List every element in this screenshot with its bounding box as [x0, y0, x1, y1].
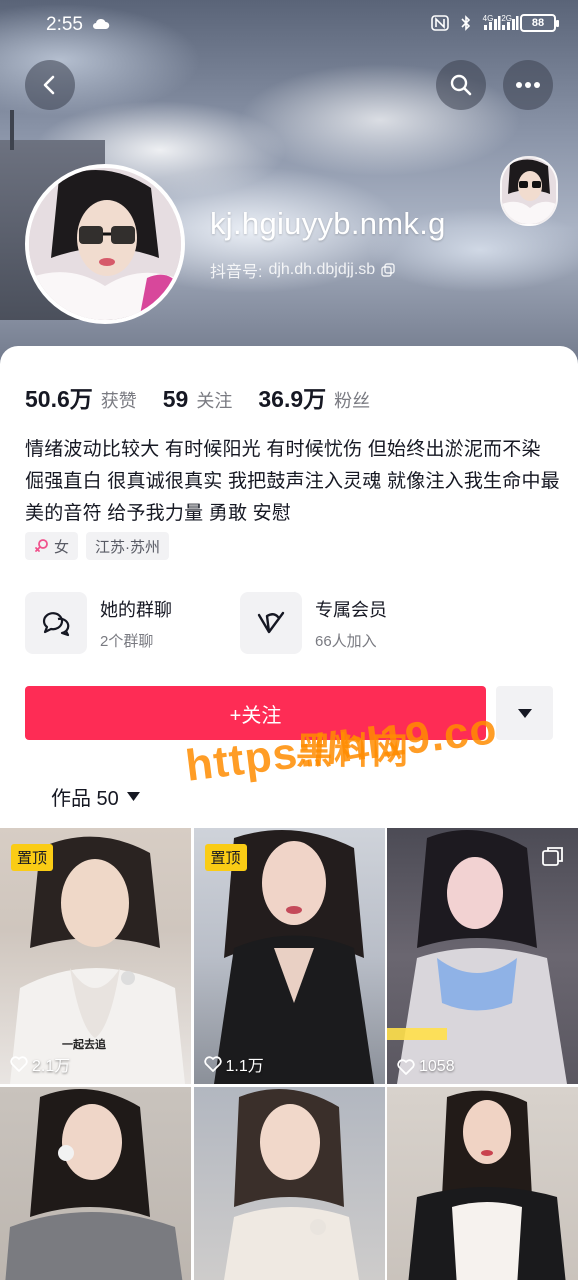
video-likes-count: 1.1万: [225, 1058, 264, 1075]
status-bar: 2:55 4G 2G 88: [0, 0, 578, 54]
profile-avatar[interactable]: [25, 164, 185, 324]
profile-bio: 情绪波动比较大 有时候阳光 有时候忧伤 但始终出淤泥而不染 倔强直白 很真诚很真…: [25, 439, 560, 524]
search-button[interactable]: [436, 60, 486, 110]
profile-stats: 50.6万 获赞 59 关注 36.9万 粉丝: [25, 380, 396, 414]
mini-avatar-portrait: [502, 158, 556, 224]
video-4-image: [5, 1088, 183, 1280]
video-likes: 1.1万: [203, 1052, 264, 1076]
video-3-image: [387, 830, 567, 1084]
vip-icon-box: [240, 592, 302, 654]
douyin-id-value: djh.dh.dbjdjj.sb: [268, 261, 376, 278]
female-symbol-icon: [35, 539, 48, 552]
video-thumbnail[interactable]: 置顶 一起去追 2.1万: [0, 828, 191, 1084]
profile-tags: 女 江苏·苏州: [25, 532, 170, 560]
followers-count[interactable]: 36.9万: [258, 380, 326, 414]
douyin-id-label: 抖音号:: [210, 264, 263, 281]
mini-avatar[interactable]: [500, 156, 558, 226]
group-chat-title: 她的群聊: [100, 599, 172, 620]
heart-outline-icon: [10, 1056, 28, 1072]
works-tab[interactable]: 作品 50: [51, 782, 140, 811]
back-button[interactable]: [25, 60, 75, 110]
group-chat-entry[interactable]: 她的群聊 2个群聊: [25, 592, 172, 654]
gender-label: 女: [54, 538, 70, 556]
heart-outline-icon: [203, 1056, 222, 1072]
video-likes: 2.1万: [10, 1052, 70, 1076]
status-time: 2:55: [46, 14, 83, 35]
group-chat-icon-box: [25, 592, 87, 654]
likes-count: 50.6万: [25, 386, 93, 412]
video-caption: 一起去追: [62, 1039, 106, 1051]
video-thumbnail[interactable]: 置顶 1.1万: [193, 828, 385, 1084]
triangle-down-icon: [517, 708, 532, 718]
copy-icon[interactable]: [381, 263, 395, 277]
pinned-badge: 置顶: [204, 844, 247, 871]
pinned-badge: 置顶: [11, 844, 54, 871]
network-2g-label: 2G: [501, 13, 512, 23]
video-thumbnail[interactable]: [0, 1086, 191, 1280]
video-grid: 置顶 一起去追 2.1万 置顶 1.1万 1058: [0, 828, 578, 1280]
video-thumbnail[interactable]: [193, 1086, 385, 1280]
douyin-id-row[interactable]: 抖音号: djh.dh.dbjdjj.sb: [210, 258, 395, 282]
cloud-notification-icon: [93, 18, 110, 29]
video-6-image: [408, 1090, 566, 1280]
video-likes-count: 2.1万: [32, 1058, 71, 1075]
video-likes-count: 1058: [419, 1058, 455, 1075]
vip-membership-entry[interactable]: 专属会员 66人加入: [240, 592, 387, 654]
likes-label: 获赞: [100, 391, 137, 411]
gender-tag: 女: [25, 532, 79, 560]
recommend-dropdown-button[interactable]: [496, 686, 553, 740]
battery-level: 88: [531, 17, 545, 29]
network-4g-label: 4G: [482, 13, 494, 23]
video-likes: 1058: [397, 1058, 455, 1076]
video-thumbnail[interactable]: 1058: [387, 828, 578, 1084]
location-tag: 江苏·苏州: [86, 532, 170, 560]
chevron-left-icon: [43, 75, 55, 95]
location-label: 江苏·苏州: [95, 538, 161, 556]
heart-outline-icon: [397, 1059, 415, 1075]
chat-bubbles-icon: [42, 612, 70, 637]
search-icon: [450, 74, 472, 96]
bluetooth-icon: [461, 15, 470, 31]
group-chat-subtitle: 2个群聊: [100, 632, 154, 650]
caret-down-icon: [126, 792, 140, 801]
followers-label[interactable]: 粉丝: [334, 387, 370, 413]
multi-image-icon: [542, 847, 563, 866]
more-dots-icon: [516, 82, 540, 88]
following-count[interactable]: 59: [163, 386, 189, 413]
vip-v-icon: [257, 611, 285, 634]
vip-subtitle: 66人加入: [315, 632, 377, 650]
vip-title: 专属会员: [315, 599, 387, 620]
video-5-image: [223, 1088, 359, 1280]
profile-username: kj.hgiuyyb.nmk.g: [210, 206, 446, 241]
works-tab-label: 作品 50: [51, 788, 119, 810]
nfc-icon: [430, 15, 449, 31]
battery-indicator: 88: [520, 14, 559, 32]
following-label[interactable]: 关注: [196, 387, 232, 413]
video-thumbnail[interactable]: [387, 1086, 578, 1280]
avatar-portrait: [29, 168, 181, 320]
more-options-button[interactable]: [503, 60, 553, 110]
